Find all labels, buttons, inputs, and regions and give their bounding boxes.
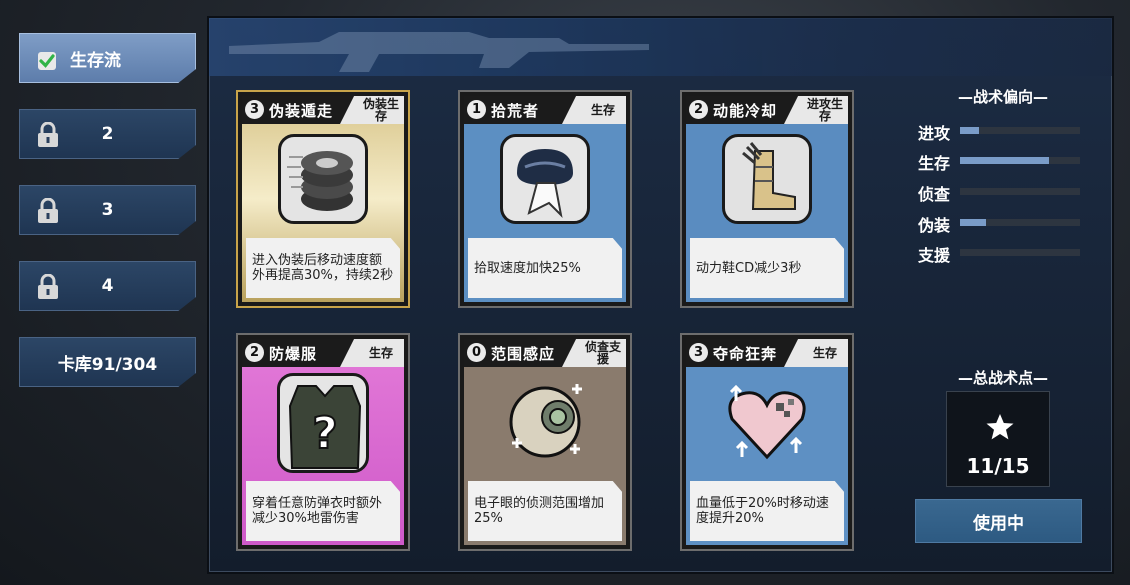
card-cost: 2	[689, 100, 708, 119]
tendency-fill	[960, 219, 987, 226]
card-library-button[interactable]: 卡库91/304	[19, 337, 196, 387]
tendency-label: 支援	[918, 246, 951, 265]
sack-icon	[500, 134, 590, 224]
card-name: 动能冷却	[713, 102, 778, 120]
card-description-text: 电子眼的侦测范围增加25%	[474, 496, 605, 526]
rifle-silhouette-icon	[229, 32, 649, 72]
deck-tab-4[interactable]: 4	[19, 261, 196, 311]
tendency-label: 侦查	[918, 185, 951, 204]
deck-tab-label: 2	[101, 124, 114, 144]
card-cost: 1	[467, 100, 486, 119]
deck-tab-3[interactable]: 3	[19, 185, 196, 235]
tendency-track	[960, 219, 1080, 226]
card-scavenger[interactable]: 1 拾荒者 生存 拾取速度加快25%	[458, 90, 632, 308]
card-description: 穿着任意防弹衣时额外减少30%地雷伤害	[246, 481, 400, 541]
total-points-box: 11/15	[946, 391, 1050, 487]
card-description: 进入伪装后移动速度额外再提高30%，持续2秒	[246, 238, 400, 298]
card-background: 1 拾荒者 生存 拾取速度加快25%	[464, 96, 626, 302]
deck-tab-label: 4	[101, 276, 114, 296]
card-desperate-run[interactable]: 3 夺命狂奔 生存 血量低于20%时移动速度提升20%	[680, 333, 854, 551]
card-art	[464, 124, 626, 244]
tendency-track	[960, 249, 1080, 256]
deck-tab-1[interactable]: 生存流	[19, 33, 196, 83]
heart-icon	[722, 377, 812, 467]
tendency-fill	[960, 127, 980, 134]
card-description: 拾取速度加快25%	[468, 238, 622, 298]
tendency-row: 伪装	[918, 212, 1088, 235]
card-header: 2 动能冷却 进攻生存	[686, 96, 848, 124]
card-header: 0 范围感应 侦查支援	[464, 339, 626, 367]
card-cost: 3	[689, 343, 708, 362]
card-header: 3 伪装遁走 伪装生存	[242, 96, 404, 124]
card-art	[464, 367, 626, 487]
card-name: 夺命狂奔	[713, 345, 778, 363]
card-header: 2 防爆服 生存	[242, 339, 404, 367]
tires-icon	[278, 134, 368, 224]
card-header: 3 夺命狂奔 生存	[686, 339, 848, 367]
card-art: ?	[242, 367, 404, 487]
card-art	[686, 367, 848, 487]
tendency-track	[960, 127, 1080, 134]
tendency-label: 伪装	[918, 216, 951, 235]
card-name: 伪装遁走	[269, 102, 334, 120]
card-cost: 2	[245, 343, 264, 362]
card-description: 血量低于20%时移动速度提升20%	[690, 481, 844, 541]
tendency-row: 侦查	[918, 181, 1088, 204]
check-icon	[38, 52, 56, 70]
card-tag: 伪装生存	[362, 97, 399, 123]
card-name: 范围感应	[491, 345, 556, 363]
card-tag: 生存	[590, 103, 615, 117]
deck-tab-label: 生存流	[70, 50, 121, 71]
tendency-fill	[960, 157, 1049, 164]
card-library-label: 卡库91/304	[57, 354, 158, 375]
banner	[209, 18, 1112, 76]
total-points-title: —总战术点—	[957, 369, 1048, 387]
deck-tab-label: 3	[101, 200, 114, 220]
card-range-sense[interactable]: 0 范围感应 侦查支援 电子眼的侦测范围增加25%	[458, 333, 632, 551]
card-background: 3 伪装遁走 伪装生存 进入伪装后移动速度额外再提高30%，持续2秒	[242, 96, 404, 302]
card-cost: 3	[245, 100, 264, 119]
card-tag: 进攻生存	[806, 97, 843, 123]
card-name: 防爆服	[269, 345, 318, 363]
card-description: 动力鞋CD减少3秒	[690, 238, 844, 298]
deck-tab-2[interactable]: 2	[19, 109, 196, 159]
card-cost: 0	[467, 343, 486, 362]
card-tag: 生存	[812, 346, 837, 360]
card-background: 3 夺命狂奔 生存 血量低于20%时移动速度提升20%	[686, 339, 848, 545]
card-background: 0 范围感应 侦查支援 电子眼的侦测范围增加25%	[464, 339, 626, 545]
card-blast-suit[interactable]: 2 防爆服 生存 ? 穿着任意防弹衣时额外减少30%地雷伤害	[236, 333, 410, 551]
tendency-row: 进攻	[918, 120, 1088, 143]
card-background: 2 动能冷却 进攻生存 动力鞋CD减少3秒	[686, 96, 848, 302]
eye-orb-icon	[500, 377, 590, 467]
tendency-track	[960, 157, 1080, 164]
card-tag: 生存	[368, 346, 393, 360]
total-points-value: 11/15	[966, 454, 1030, 478]
card-header: 1 拾荒者 生存	[464, 96, 626, 124]
card-description-text: 拾取速度加快25%	[474, 260, 581, 276]
card-name: 拾荒者	[491, 102, 540, 120]
card-description-text: 穿着任意防弹衣时额外减少30%地雷伤害	[252, 496, 383, 526]
tendency-title: —战术偏向—	[957, 88, 1048, 106]
in-use-button[interactable]: 使用中	[915, 499, 1082, 543]
tendency-label: 生存	[918, 154, 951, 173]
card-description-text: 动力鞋CD减少3秒	[696, 260, 802, 276]
card-description-text: 进入伪装后移动速度额外再提高30%，持续2秒	[252, 253, 394, 283]
card-description: 电子眼的侦测范围增加25%	[468, 481, 622, 541]
card-description-text: 血量低于20%时移动速度提升20%	[696, 496, 829, 526]
tendency-row: 生存	[918, 150, 1088, 173]
tendency-label: 进攻	[918, 124, 951, 143]
tendency-track	[960, 188, 1080, 195]
boot-icon	[722, 134, 812, 224]
card-kinetic-cooldown[interactable]: 2 动能冷却 进攻生存 动力鞋CD减少3秒	[680, 90, 854, 308]
card-art	[242, 124, 404, 244]
card-background: 2 防爆服 生存 ? 穿着任意防弹衣时额外减少30%地雷伤害	[242, 339, 404, 545]
vest-icon: ?	[277, 373, 369, 473]
svg-text:?: ?	[312, 408, 338, 459]
card-tag: 侦查支援	[584, 340, 621, 366]
star-icon	[986, 414, 1014, 440]
card-disguise-escape[interactable]: 3 伪装遁走 伪装生存 进入伪装后移动速度额外再提高30%，持续2秒	[236, 90, 410, 308]
tendency-row: 支援	[918, 242, 1088, 265]
card-art	[686, 124, 848, 244]
